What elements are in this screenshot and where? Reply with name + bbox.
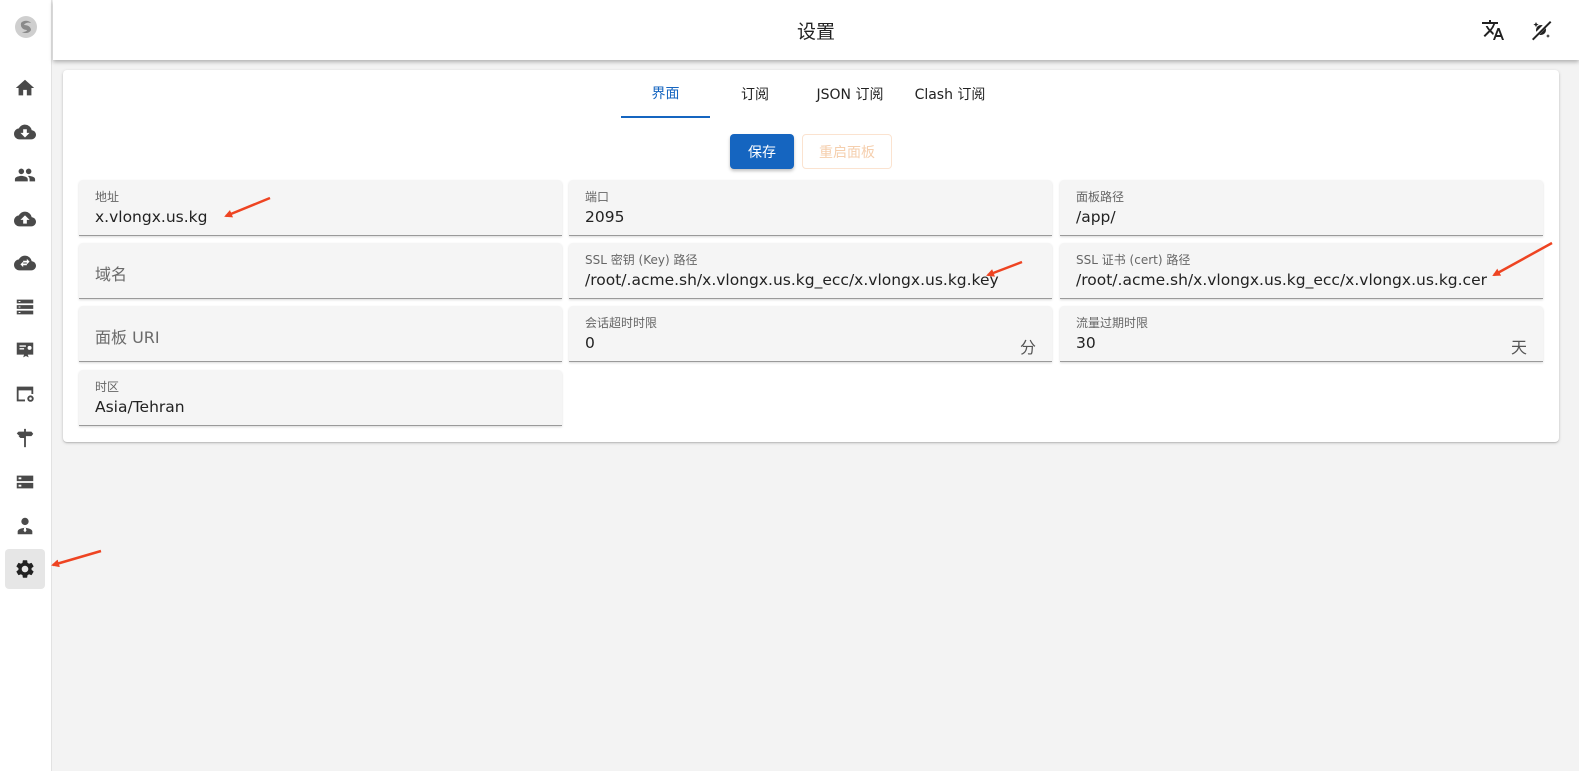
tab-json-subscription[interactable]: JSON 订阅	[800, 70, 900, 118]
restart-panel-button[interactable]: 重启面板	[802, 134, 892, 169]
port-field[interactable]: 端口 2095	[569, 180, 1052, 236]
cloud-sync-icon	[14, 255, 36, 271]
users-icon	[14, 168, 36, 182]
top-app-bar: 设置	[53, 0, 1579, 60]
panel-uri-placeholder: 面板 URI	[95, 328, 160, 347]
sidebar-item-certificates[interactable]	[5, 330, 45, 370]
sidebar-item-upload[interactable]	[5, 199, 45, 239]
home-icon	[15, 79, 35, 96]
session-timeout-value: 0	[585, 334, 595, 352]
traffic-expire-value: 30	[1076, 334, 1096, 352]
ssl-key-path-value: /root/.acme.sh/x.vlongx.us.kg_ecc/x.vlon…	[585, 271, 999, 289]
sidebar-item-users[interactable]	[5, 155, 45, 195]
translate-icon	[1482, 20, 1504, 40]
timezone-value: Asia/Tehran	[95, 398, 185, 416]
theme-toggle-icon	[1532, 21, 1552, 41]
save-button[interactable]: 保存	[730, 134, 794, 169]
panel-path-label: 面板路径	[1076, 190, 1125, 204]
traffic-expire-unit: 天	[1510, 338, 1527, 357]
admin-user-icon	[17, 517, 33, 535]
tab-subscription[interactable]: 订阅	[710, 70, 800, 118]
address-value: x.vlongx.us.kg	[95, 208, 208, 226]
app-logo	[15, 16, 37, 38]
timezone-field[interactable]: 时区 Asia/Tehran	[79, 370, 562, 426]
annotation-arrow-settings	[51, 549, 102, 568]
domain-field[interactable]: 域名	[79, 243, 562, 299]
session-timeout-field[interactable]: 会话超时时限 0 分	[569, 306, 1052, 362]
panel-uri-field[interactable]: 面板 URI	[79, 306, 562, 362]
cloud-upload-icon	[14, 211, 36, 227]
panel-path-field[interactable]: 面板路径 /app/	[1060, 180, 1543, 236]
cloud-download-icon	[14, 124, 36, 140]
port-value: 2095	[585, 208, 625, 226]
language-button[interactable]	[1479, 16, 1507, 44]
tab-interface[interactable]: 界面	[621, 70, 710, 118]
timezone-label: 时区	[95, 380, 120, 394]
ssl-cert-path-value: /root/.acme.sh/x.vlongx.us.kg_ecc/x.vlon…	[1076, 271, 1487, 289]
port-label: 端口	[585, 190, 610, 204]
sidebar-item-servers[interactable]	[5, 287, 45, 327]
sidebar-item-download[interactable]	[5, 112, 45, 152]
gear-icon	[16, 560, 34, 578]
session-timeout-label: 会话超时时限	[585, 316, 658, 330]
address-label: 地址	[95, 190, 120, 204]
ssl-key-path-field[interactable]: SSL 密钥 (Key) 路径 /root/.acme.sh/x.vlongx.…	[569, 243, 1052, 299]
sidebar	[0, 0, 52, 771]
sidebar-item-storage[interactable]	[5, 462, 45, 502]
sidebar-item-routing[interactable]	[5, 418, 45, 458]
ssl-key-path-label: SSL 密钥 (Key) 路径	[585, 253, 698, 267]
panel-path-value: /app/	[1076, 208, 1116, 226]
sidebar-item-home[interactable]	[5, 68, 45, 108]
sidebar-item-sync[interactable]	[5, 243, 45, 283]
sidebar-item-settings[interactable]	[5, 549, 45, 589]
ssl-cert-path-field[interactable]: SSL 证书 (cert) 路径 /root/.acme.sh/x.vlongx…	[1060, 243, 1543, 299]
card-settings-icon	[16, 386, 34, 402]
address-field[interactable]: 地址 x.vlongx.us.kg	[79, 180, 562, 236]
traffic-expire-field[interactable]: 流量过期时限 30 天	[1060, 306, 1543, 362]
theme-toggle-button[interactable]	[1527, 16, 1555, 44]
tab-clash-subscription[interactable]: Clash 订阅	[900, 70, 1000, 118]
traffic-expire-label: 流量过期时限	[1076, 316, 1149, 330]
sidebar-item-admin[interactable]	[5, 506, 45, 546]
session-timeout-unit: 分	[1019, 338, 1036, 357]
domain-placeholder: 域名	[95, 265, 128, 284]
certificate-icon	[16, 342, 34, 358]
ssl-cert-path-label: SSL 证书 (cert) 路径	[1076, 253, 1191, 267]
signpost-icon	[16, 428, 34, 448]
settings-card: 界面 订阅 JSON 订阅 Clash 订阅 保存 重启面板 地址 x.vlon…	[63, 70, 1559, 442]
storage-icon	[16, 475, 34, 489]
page-title: 设置	[796, 21, 835, 43]
sidebar-item-card-settings[interactable]	[5, 374, 45, 414]
server-list-icon	[16, 299, 34, 315]
